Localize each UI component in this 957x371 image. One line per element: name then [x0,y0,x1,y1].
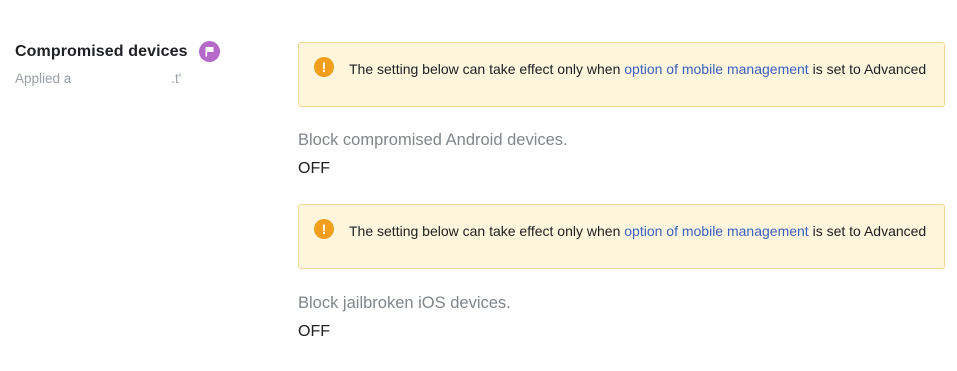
section-title: Compromised devices [15,42,188,60]
exclamation-icon: ! [314,219,334,239]
warning-prefix: The setting below can take effect only w… [349,223,625,239]
redacted-text [71,71,172,83]
warning-suffix: is set to Advanced [808,223,927,239]
setting-label-android: Block compromised Android devices. [298,131,568,149]
warning-text: The setting below can take effect only w… [349,60,934,78]
setting-value-ios[interactable]: OFF [298,323,330,341]
setting-value-android[interactable]: OFF [298,160,330,178]
applied-status: Applied a .t' [15,71,181,86]
warning-banner: ! The setting below can take effect only… [298,204,945,269]
applied-label: Applied a [15,71,72,86]
warning-banner: ! The setting below can take effect only… [298,42,945,107]
mobile-management-link[interactable]: option of mobile management [624,61,808,77]
applied-tail: .t' [171,71,182,86]
warning-text: The setting below can take effect only w… [349,222,934,240]
warning-prefix: The setting below can take effect only w… [349,61,625,77]
section-header: Compromised devices [15,41,220,62]
exclamation-icon: ! [314,57,334,77]
flag-icon[interactable] [198,41,220,62]
setting-label-ios: Block jailbroken iOS devices. [298,294,511,312]
warning-suffix: is set to Advanced [808,61,927,77]
mobile-management-link[interactable]: option of mobile management [624,223,808,239]
